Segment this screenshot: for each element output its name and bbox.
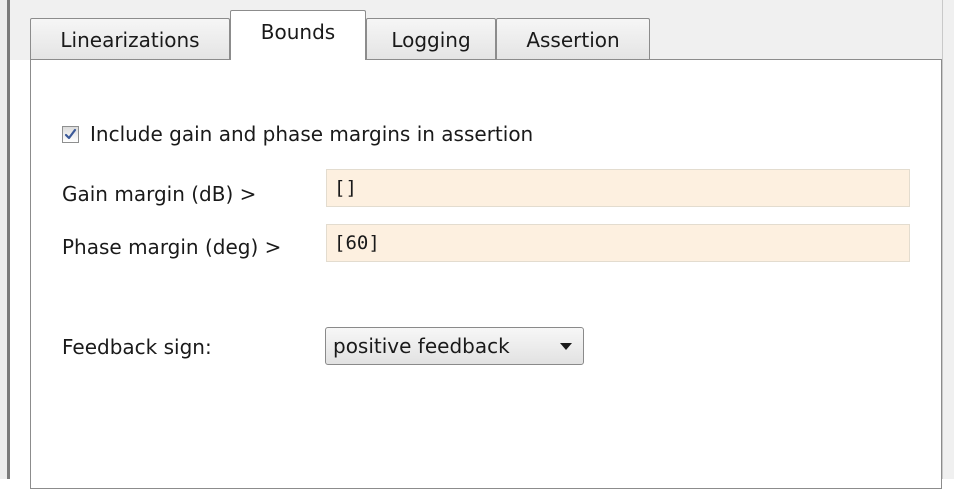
phase-margin-input[interactable]: [60]	[326, 224, 910, 262]
chevron-down-icon[interactable]	[549, 342, 583, 350]
include-margins-label: Include gain and phase margins in assert…	[90, 122, 534, 146]
tab-assertion[interactable]: Assertion	[496, 18, 650, 60]
gain-margin-input[interactable]: []	[326, 169, 910, 207]
window-left-edge	[0, 0, 10, 479]
feedback-sign-label: Feedback sign:	[62, 335, 212, 359]
include-margins-option[interactable]: Include gain and phase margins in assert…	[62, 122, 533, 146]
feedback-sign-value: positive feedback	[333, 334, 510, 358]
phase-margin-label: Phase margin (deg) >	[62, 235, 282, 259]
gain-margin-label: Gain margin (dB) >	[62, 182, 257, 206]
tab-logging[interactable]: Logging	[366, 18, 496, 60]
checkmark-icon	[64, 128, 77, 139]
feedback-sign-dropdown[interactable]: positive feedback	[325, 327, 584, 365]
window-right-edge	[942, 0, 954, 479]
tab-linearizations[interactable]: Linearizations	[30, 18, 230, 60]
tab-bounds[interactable]: Bounds	[230, 10, 366, 60]
include-margins-checkbox[interactable]	[62, 125, 79, 143]
